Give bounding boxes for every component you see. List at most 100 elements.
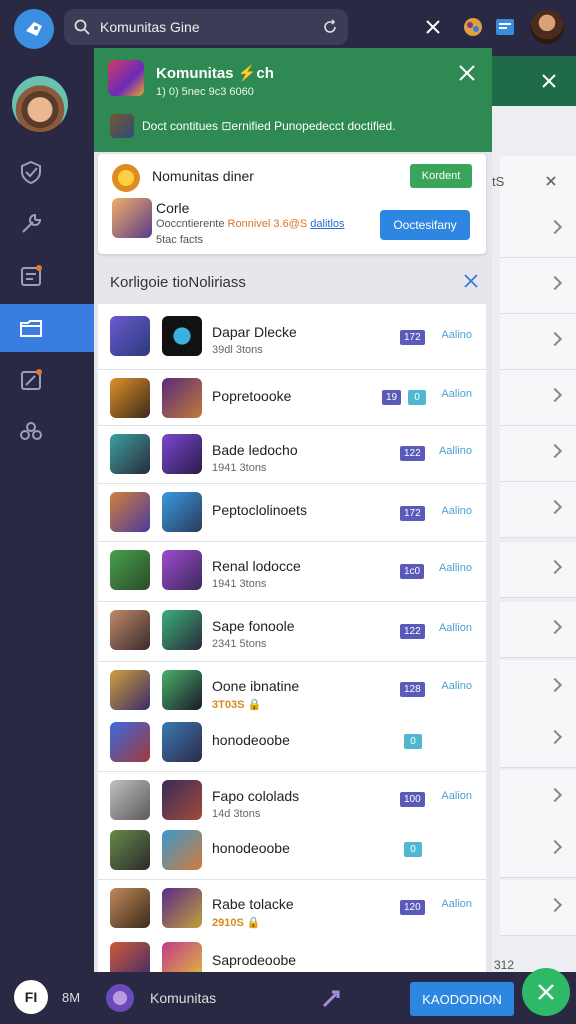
list-item[interactable]: Rabe tolacke 2910S 🔒 120 Aalion Saprodeo… <box>98 880 486 974</box>
background-row[interactable] <box>500 880 576 936</box>
background-row[interactable] <box>500 712 576 768</box>
primary-action-button[interactable]: Ooctesifany <box>380 210 470 240</box>
game-thumbnail <box>162 830 202 870</box>
game-thumbnail <box>162 550 202 590</box>
bottom-action-button[interactable]: KAODODION <box>410 982 514 1016</box>
count-badge: 1c0 <box>400 564 425 579</box>
close-icon[interactable] <box>542 74 556 88</box>
status-badge: 0 <box>404 734 422 749</box>
game-thumbnail <box>162 316 202 356</box>
row-title: Dapar Dlecke <box>212 324 297 340</box>
row-action-link[interactable]: Aalion <box>441 790 472 802</box>
row-action-link[interactable]: Aalino <box>441 680 472 692</box>
green-action-button[interactable]: Kordent <box>410 164 472 188</box>
game-badge-icon[interactable] <box>460 14 486 40</box>
row-action-link[interactable]: Aalino <box>441 329 472 341</box>
background-row-label: tS <box>492 174 505 189</box>
chevron-right-icon <box>547 619 563 635</box>
card-info-text: Ooccntierente <box>156 218 225 230</box>
background-row[interactable] <box>500 426 576 482</box>
game-thumbnail <box>162 378 202 418</box>
game-thumbnail <box>110 830 150 870</box>
row-action-link[interactable]: Aalion <box>441 388 472 400</box>
game-thumbnail <box>162 942 202 974</box>
bottom-logo[interactable]: FI <box>14 980 48 1014</box>
search-bar[interactable]: Komunitas Gine <box>64 9 348 45</box>
list-item[interactable]: Popretoooke 19 0 Aalion <box>98 370 486 426</box>
refresh-icon[interactable] <box>322 19 338 35</box>
background-row[interactable] <box>500 822 576 878</box>
section-title: Korligoie tioNoliriass <box>110 273 246 291</box>
row-subtitle: 1941 3tons <box>212 462 267 474</box>
shield-icon <box>21 160 41 185</box>
game-thumbnail <box>110 888 150 928</box>
game-thumbnail <box>110 316 150 356</box>
banner-subtitle: 1) 0) 5nec 9c3 6060 <box>156 86 254 98</box>
row-title: Renal lodocce <box>212 558 301 574</box>
banner-message: Doct contitues ⊡ernified Punopedecct doc… <box>142 119 396 133</box>
sidebar-item-folder[interactable] <box>0 304 94 352</box>
background-row[interactable] <box>500 542 576 598</box>
list-item[interactable]: Fapo cololads 14d 3tons 100 Aalion honod… <box>98 772 486 880</box>
bottom-bar: FI 8M Komunitas KAODODION <box>0 968 576 1024</box>
list-item[interactable]: Peptoclolinoets 172 Aalino <box>98 484 486 542</box>
row-action-link[interactable]: Aalino <box>441 505 472 517</box>
document-icon <box>21 265 42 286</box>
user-avatar[interactable] <box>530 10 564 44</box>
row-subtitle: 2910S 🔒 <box>212 917 261 929</box>
close-icon[interactable] <box>464 274 478 288</box>
close-fab-button[interactable] <box>522 968 570 1016</box>
close-icon <box>538 984 554 1000</box>
game-thumbnail <box>162 492 202 532</box>
background-row[interactable] <box>500 314 576 370</box>
search-input[interactable]: Komunitas Gine <box>100 19 322 35</box>
row-action-link[interactable]: Aallion <box>439 622 472 634</box>
count-badge: 100 <box>400 792 425 807</box>
sidebar-item-tools[interactable] <box>0 200 94 248</box>
row-title: Rabe tolacke <box>212 896 294 912</box>
chevron-right-icon <box>547 729 563 745</box>
close-icon[interactable] <box>546 176 556 186</box>
close-icon[interactable] <box>456 62 478 84</box>
row-action-link[interactable]: Aallino <box>439 445 472 457</box>
chat-icon[interactable] <box>492 14 518 40</box>
background-row[interactable] <box>500 770 576 826</box>
row-action-link[interactable]: Aalion <box>441 898 472 910</box>
list-item[interactable]: Oone ibnatine 3T03S 🔒 128 Aalino honodeo… <box>98 662 486 772</box>
list-item[interactable]: Bade ledocho 1941 3tons 122 Aallino <box>98 426 486 484</box>
list-item[interactable]: Dapar Dlecke 39dl 3tons 172 Aalino <box>98 304 486 370</box>
game-thumbnail <box>110 434 150 474</box>
background-row[interactable] <box>500 602 576 658</box>
row-subtitle: 39dl 3tons <box>212 344 263 356</box>
app-logo-icon[interactable] <box>14 9 54 49</box>
row-action-link[interactable]: Aallino <box>439 562 472 574</box>
chevron-right-icon <box>547 219 563 235</box>
close-icon[interactable] <box>420 14 446 40</box>
background-row[interactable] <box>500 202 576 258</box>
card-info-link[interactable]: dalitlos <box>310 218 344 230</box>
community-avatar[interactable] <box>106 984 134 1012</box>
background-row[interactable] <box>500 660 576 716</box>
count-badge: 122 <box>400 446 425 461</box>
sidebar-item-group[interactable] <box>0 408 94 456</box>
background-row[interactable] <box>500 370 576 426</box>
bottom-community-name: Komunitas <box>150 990 217 1006</box>
sidebar-item-edit[interactable] <box>0 356 94 404</box>
sidebar-item-document[interactable] <box>0 252 94 300</box>
row-subtitle: 1941 3tons <box>212 578 267 590</box>
list-item[interactable]: Renal lodocce 1941 3tons 1c0 Aallino <box>98 542 486 602</box>
sidebar-item-shield[interactable] <box>0 148 94 196</box>
list-item[interactable]: Sape fonoole 2341 5tons 122 Aallion <box>98 602 486 662</box>
card-name: Corle <box>156 200 190 216</box>
card-title: Nomunitas diner <box>152 168 254 184</box>
background-row[interactable] <box>500 482 576 538</box>
count-badge: 172 <box>400 330 425 345</box>
row-title: honodeoobe <box>212 732 290 748</box>
share-icon[interactable] <box>320 984 346 1010</box>
background-row[interactable] <box>500 258 576 314</box>
game-thumbnail <box>162 722 202 762</box>
chevron-right-icon <box>547 677 563 693</box>
profile-avatar[interactable] <box>12 76 68 132</box>
chevron-right-icon <box>547 499 563 515</box>
game-thumbnail <box>110 492 150 532</box>
